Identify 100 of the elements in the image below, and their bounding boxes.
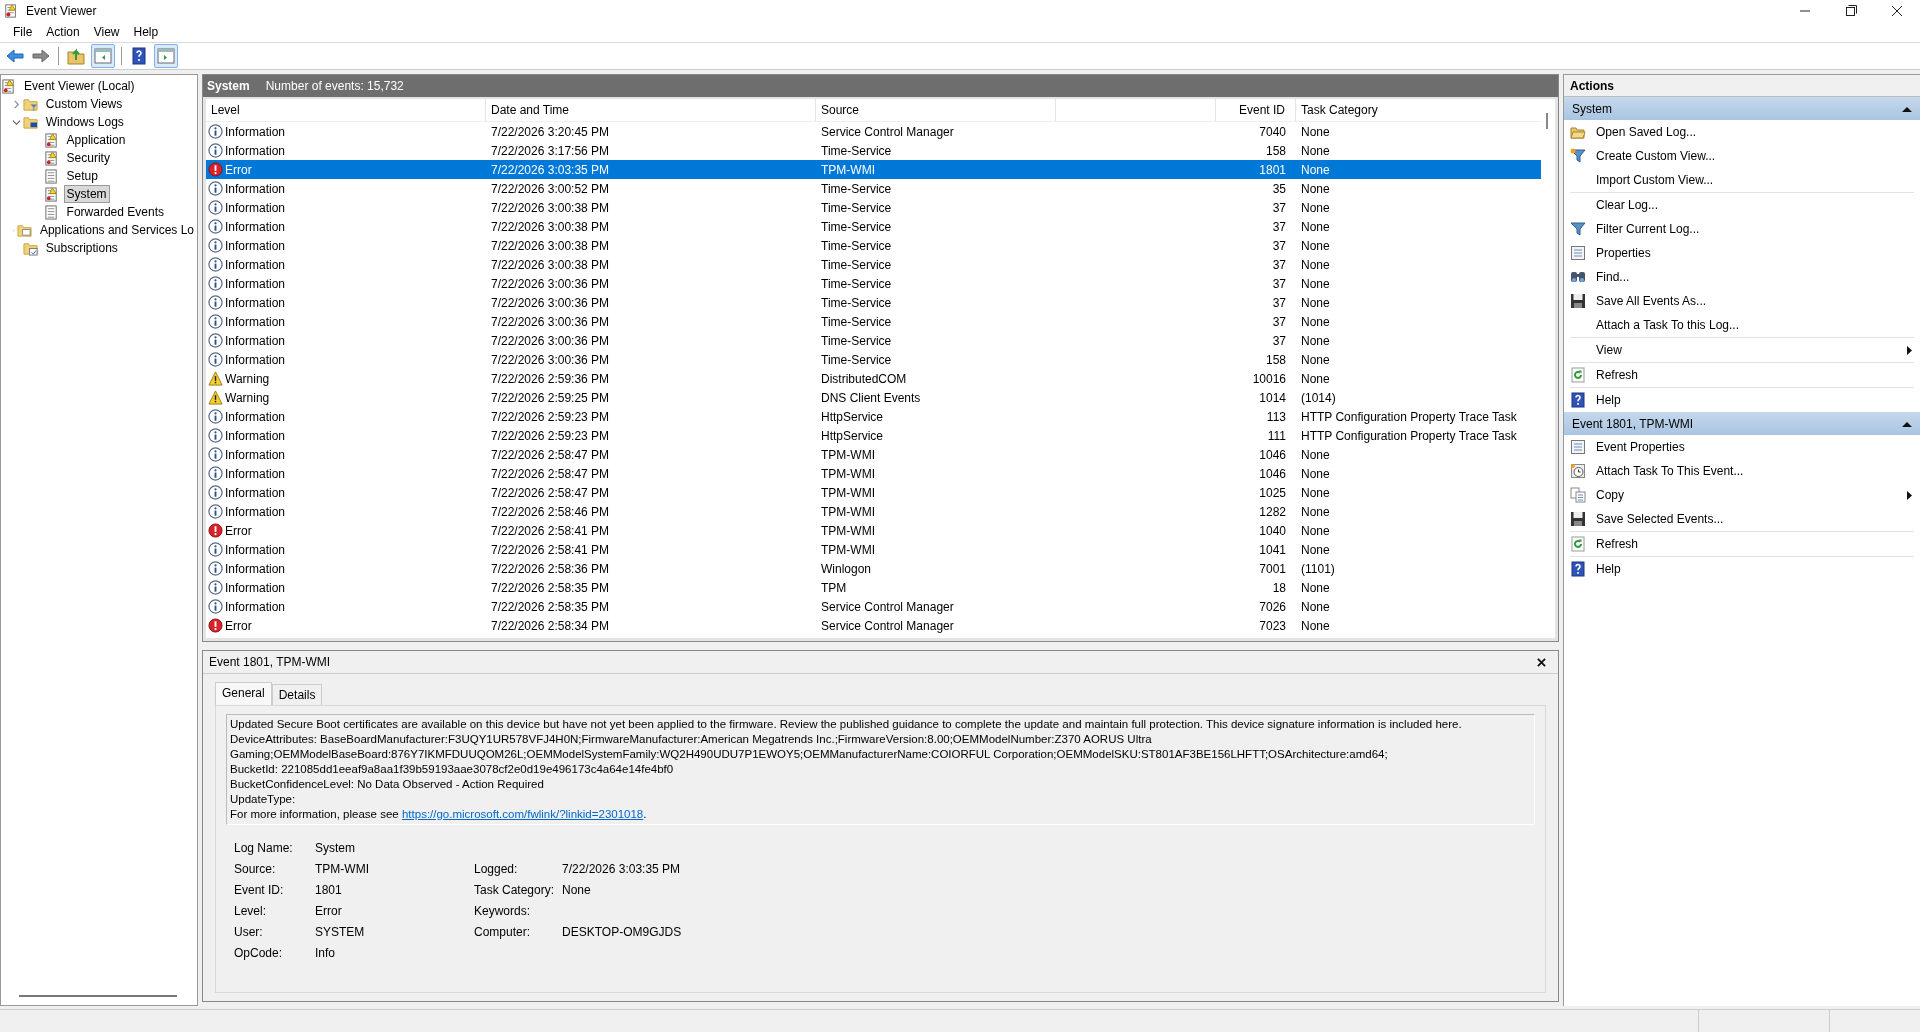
table-cell: Information xyxy=(225,428,286,443)
task-link[interactable]: Save Selected Events... xyxy=(1570,507,1914,531)
task-link[interactable]: Find... xyxy=(1570,265,1914,289)
event-row[interactable]: Information 7/22/2026 3:20:45 PM Service Control Manager 7040 None xyxy=(206,122,1541,141)
app-icon xyxy=(4,4,18,18)
event-row[interactable]: Information 7/22/2026 3:00:38 PM Time-Service 37 None xyxy=(206,236,1541,255)
table-cell: TPM-WMI xyxy=(821,447,875,462)
event-row[interactable]: Information 7/22/2026 2:58:36 PM Winlogon 7001 (1101) xyxy=(206,559,1541,578)
table-cell: Information xyxy=(225,295,286,310)
table-cell: None xyxy=(1301,618,1330,633)
tree-item[interactable]: System xyxy=(63,185,110,203)
table-cell: Information xyxy=(225,276,286,291)
task-link[interactable]: Event Properties xyxy=(1570,435,1914,459)
column-header[interactable]: Task Category xyxy=(1296,99,1541,121)
menu-item[interactable]: File xyxy=(6,23,40,41)
tree-item[interactable]: Custom Views xyxy=(42,95,126,113)
event-row[interactable]: Information 7/22/2026 2:58:47 PM TPM-WMI 1046 None xyxy=(206,464,1541,483)
table-cell: 10016 xyxy=(1252,371,1286,386)
task-link[interactable]: Copy xyxy=(1570,483,1914,507)
task-link[interactable]: Refresh xyxy=(1570,363,1914,387)
event-row[interactable]: Information 7/22/2026 2:58:47 PM TPM-WMI 1025 None xyxy=(206,483,1541,502)
task-link[interactable]: Help xyxy=(1570,557,1914,581)
collapse-icon[interactable] xyxy=(11,117,21,127)
tree-item[interactable]: Application xyxy=(63,131,129,149)
event-row[interactable]: Information 7/22/2026 3:00:36 PM Time-Service 37 None xyxy=(206,331,1541,350)
info-icon xyxy=(208,599,223,614)
task-link[interactable]: Create Custom View... xyxy=(1570,144,1914,168)
table-cell: None xyxy=(1301,504,1330,519)
section-header[interactable]: Event 1801, TPM-WMI xyxy=(1564,412,1920,435)
event-row[interactable]: Information 7/22/2026 3:00:36 PM Time-Service 158 None xyxy=(206,350,1541,369)
task-link[interactable]: Filter Current Log... xyxy=(1570,217,1914,241)
event-row[interactable]: Information 7/22/2026 2:58:41 PM TPM-WMI 1041 None xyxy=(206,540,1541,559)
table-cell: Information xyxy=(225,352,286,367)
tree-item[interactable]: Applications and Services Lo xyxy=(36,221,197,239)
table-cell: 7/22/2026 2:58:46 PM xyxy=(491,504,610,519)
menu-item[interactable]: Action xyxy=(39,23,87,41)
tree-item[interactable]: Event Viewer (Local) xyxy=(21,77,138,95)
menu-item[interactable]: Help xyxy=(126,23,166,41)
collapse-icon[interactable] xyxy=(1902,105,1912,112)
task-link[interactable]: Import Custom View... xyxy=(1570,168,1914,192)
tab[interactable]: Details xyxy=(271,684,323,705)
table-cell: 37 xyxy=(1272,219,1286,234)
section-header[interactable]: System xyxy=(1564,97,1920,120)
task-link[interactable]: Properties xyxy=(1570,241,1914,265)
tree-item[interactable]: Subscriptions xyxy=(42,239,121,257)
event-row[interactable]: Information 7/22/2026 3:17:56 PM Time-Service 158 None xyxy=(206,141,1541,160)
task-link[interactable]: Attach a Task To this Log... xyxy=(1570,313,1914,337)
event-row[interactable]: Error 7/22/2026 2:58:34 PM Service Control Manager 7023 None xyxy=(206,616,1541,635)
event-row[interactable]: Warning 7/22/2026 2:59:25 PM DNS Client Events 1014 (1014) xyxy=(206,388,1541,407)
event-row[interactable]: Information 7/22/2026 2:59:23 PM HttpService 113 HTTP Configuration Property Trace Task xyxy=(206,407,1541,426)
show-hide-tree-icon[interactable] xyxy=(91,44,115,68)
event-row[interactable]: Information 7/22/2026 2:58:47 PM TPM-WMI 1046 None xyxy=(206,445,1541,464)
task-link[interactable]: Open Saved Log... xyxy=(1570,120,1914,144)
tree-item[interactable]: Security xyxy=(63,149,113,167)
event-row[interactable]: Information 7/22/2026 3:00:38 PM Time-Service 37 None xyxy=(206,255,1541,274)
tree-item[interactable]: Windows Logs xyxy=(42,113,127,131)
table-cell: Information xyxy=(225,542,286,557)
tab[interactable]: General xyxy=(215,682,272,705)
task-link[interactable]: Clear Log... xyxy=(1570,193,1914,217)
task-link[interactable]: Attach Task To This Event... xyxy=(1570,459,1914,483)
table-cell: None xyxy=(1301,485,1330,500)
tree-item[interactable]: Setup xyxy=(63,167,101,185)
event-row[interactable]: Information 7/22/2026 2:59:23 PM HttpService 111 HTTP Configuration Property Trace Task xyxy=(206,426,1541,445)
event-row[interactable]: Warning 7/22/2026 2:59:36 PM DistributedCOM 10016 None xyxy=(206,369,1541,388)
event-row[interactable]: Information 7/22/2026 3:00:36 PM Time-Service 37 None xyxy=(206,312,1541,331)
event-row[interactable]: Information 7/22/2026 3:00:38 PM Time-Service 37 None xyxy=(206,198,1541,217)
folder-calendar-icon xyxy=(22,240,38,256)
task-link[interactable]: Refresh xyxy=(1570,532,1914,556)
table-cell: 7/22/2026 2:58:47 PM xyxy=(491,447,610,462)
event-row[interactable]: Information 7/22/2026 2:58:35 PM Service Control Manager 7026 None xyxy=(206,597,1541,616)
refresh-icon xyxy=(1570,536,1586,552)
event-row[interactable]: Information 7/22/2026 3:00:36 PM Time-Service 37 None xyxy=(206,274,1541,293)
warning-icon xyxy=(208,371,223,386)
event-row[interactable]: Error 7/22/2026 3:03:35 PM TPM-WMI 1801 None xyxy=(206,160,1541,179)
event-row[interactable]: Information 7/22/2026 2:58:35 PM TPM 18 None xyxy=(206,578,1541,597)
event-row[interactable]: Error 7/22/2026 2:58:41 PM TPM-WMI 1040 None xyxy=(206,521,1541,540)
event-row[interactable]: Information 7/22/2026 3:00:36 PM Time-Service 37 None xyxy=(206,293,1541,312)
expand-icon[interactable] xyxy=(11,99,21,109)
task-link[interactable]: Help xyxy=(1570,388,1914,412)
task-link[interactable]: Save All Events As... xyxy=(1570,289,1914,313)
column-header[interactable]: Source xyxy=(816,99,1056,121)
task-link[interactable]: View xyxy=(1570,338,1914,362)
collapse-icon[interactable] xyxy=(1902,420,1912,427)
column-header[interactable]: Event ID xyxy=(1216,99,1296,121)
table-cell: 7/22/2026 2:58:34 PM xyxy=(491,618,610,633)
scrollbar[interactable] xyxy=(19,995,177,997)
column-header[interactable]: Date and Time xyxy=(486,99,816,121)
close-icon[interactable] xyxy=(1537,657,1546,667)
save-icon xyxy=(1570,293,1586,309)
table-cell: (1101) xyxy=(1301,561,1335,576)
menu-item[interactable]: View xyxy=(86,23,127,41)
column-header[interactable]: Level xyxy=(206,99,486,121)
scrollbar-thumb[interactable] xyxy=(1546,113,1548,129)
event-row[interactable]: Information 7/22/2026 3:00:52 PM Time-Service 35 None xyxy=(206,179,1541,198)
event-row[interactable]: Information 7/22/2026 2:58:46 PM TPM-WMI 1282 None xyxy=(206,502,1541,521)
tree-item[interactable]: Forwarded Events xyxy=(63,203,167,221)
table-cell: HttpService xyxy=(821,428,884,443)
event-row[interactable]: Information 7/22/2026 3:00:38 PM Time-Service 37 None xyxy=(206,217,1541,236)
folder-funnel-icon xyxy=(22,96,38,112)
table-cell: Information xyxy=(225,599,286,614)
